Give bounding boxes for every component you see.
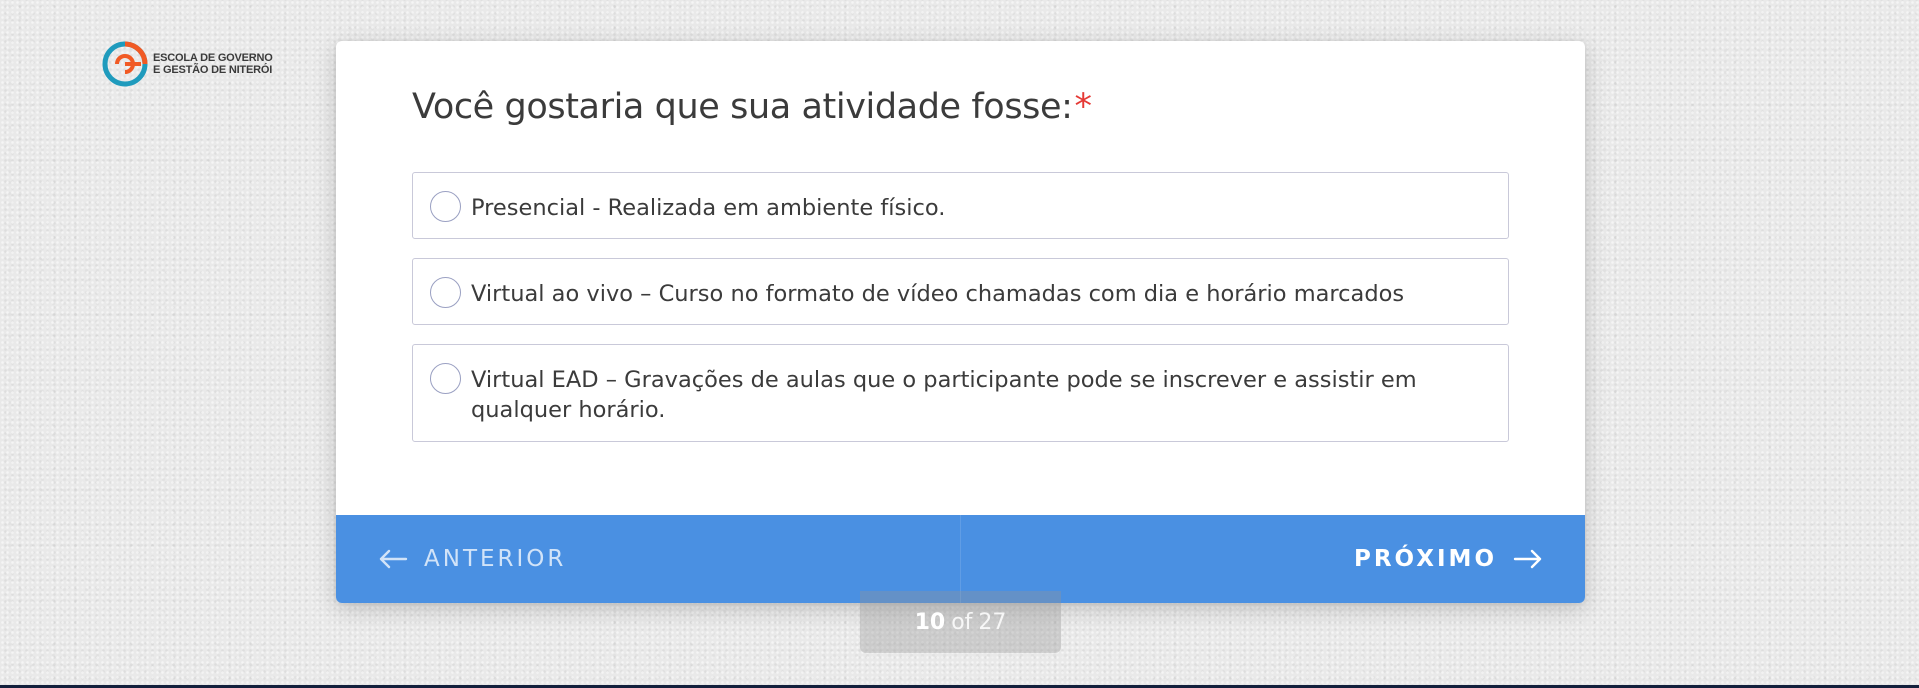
logo-text-line1: ESCOLA DE GOVERNO [153, 52, 273, 64]
question-title: Você gostaria que sua atividade fosse:* [412, 87, 1092, 127]
next-button[interactable]: PRÓXIMO [961, 515, 1585, 603]
option-label: Presencial - Realizada em ambiente físic… [471, 195, 946, 221]
navigation-bar: ANTERIOR PRÓXIMO [336, 515, 1585, 603]
previous-button[interactable]: ANTERIOR [336, 515, 961, 603]
question-card: Você gostaria que sua atividade fosse:* … [336, 41, 1585, 603]
radio-button[interactable] [430, 363, 461, 394]
next-button-label: PRÓXIMO [1353, 546, 1497, 572]
option-virtual-ead[interactable]: Virtual EAD – Gravações de aulas que o p… [412, 344, 1509, 442]
option-presencial[interactable]: Presencial - Realizada em ambiente físic… [412, 172, 1509, 239]
arrow-left-icon [379, 549, 408, 569]
radio-button[interactable] [430, 277, 461, 308]
progress-current: 10 [914, 609, 946, 635]
logo: ESCOLA DE GOVERNO E GESTÃO DE NITERÓI [101, 40, 273, 88]
progress-indicator: 10 of 27 [860, 591, 1061, 653]
progress-total: 27 [978, 609, 1007, 635]
option-virtual-ao-vivo[interactable]: Virtual ao vivo – Curso no formato de ví… [412, 258, 1509, 325]
progress-separator: of [951, 609, 973, 635]
logo-mark-icon [102, 41, 148, 87]
arrow-right-icon [1513, 549, 1542, 569]
logo-text-line2: E GESTÃO DE NITERÓI [153, 64, 273, 76]
option-label: Virtual EAD – Gravações de aulas que o p… [471, 367, 1417, 423]
radio-button[interactable] [430, 191, 461, 222]
question-title-text: Você gostaria que sua atividade fosse: [412, 87, 1073, 127]
previous-button-label: ANTERIOR [424, 546, 567, 572]
required-mark: * [1074, 87, 1093, 127]
option-label: Virtual ao vivo – Curso no formato de ví… [471, 281, 1405, 307]
logo-text: ESCOLA DE GOVERNO E GESTÃO DE NITERÓI [153, 52, 273, 76]
